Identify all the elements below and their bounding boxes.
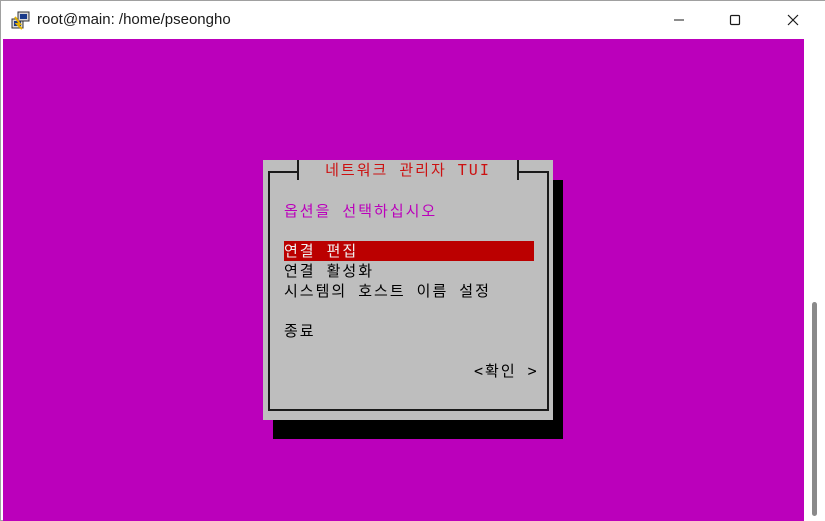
dialog-prompt: 옵션을 선택하십시오 — [284, 202, 438, 220]
nmtui-dialog: 옵션을 선택하십시오 연결 편집 연결 활성화 시스템의 호스트 이름 설정 종… — [263, 160, 553, 420]
close-button[interactable] — [770, 1, 816, 39]
menu-item-activate-connection[interactable]: 연결 활성화 — [284, 261, 534, 281]
dialog-frame: 옵션을 선택하십시오 연결 편집 연결 활성화 시스템의 호스트 이름 설정 종… — [268, 171, 549, 411]
putty-icon[interactable] — [11, 10, 31, 30]
ok-button[interactable]: <확인 > — [474, 361, 539, 381]
maximize-button[interactable] — [712, 1, 758, 39]
scrollbar-thumb[interactable] — [812, 302, 817, 516]
maximize-icon — [729, 14, 741, 26]
menu-item-quit[interactable]: 종료 — [284, 321, 534, 341]
title-bar[interactable]: root@main: /home/pseongho — [1, 1, 825, 39]
close-icon — [787, 14, 799, 26]
terminal-window: root@main: /home/pseongho 옵션을 선택하십시오 연결 … — [0, 0, 825, 521]
vertical-scrollbar[interactable] — [804, 39, 825, 521]
menu-item-set-hostname[interactable]: 시스템의 호스트 이름 설정 — [284, 281, 534, 301]
minimize-button[interactable] — [656, 1, 702, 39]
dialog-title: 네트워크 관리자 TUI — [325, 161, 491, 179]
menu-item-edit-connection[interactable]: 연결 편집 — [284, 241, 534, 261]
dialog-title-bar: 네트워크 관리자 TUI — [297, 160, 519, 180]
window-title: root@main: /home/pseongho — [37, 11, 231, 28]
minimize-icon — [674, 19, 684, 21]
